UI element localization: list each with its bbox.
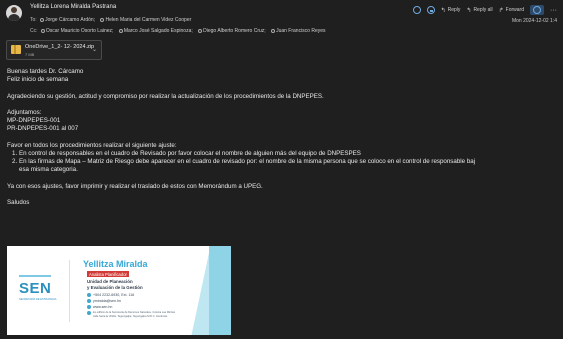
greeting-line2: Feliz inicio de semana: [7, 76, 69, 84]
cc-recipients: Cc: Oscar Mauricio Osorto Lainez; Marco …: [30, 28, 330, 34]
signature-name: Yellitza Miralda: [83, 259, 148, 269]
presence-icon: [40, 17, 45, 22]
recipient[interactable]: Jorge Cárcamo Ardón;: [40, 17, 95, 23]
signature-unit: Unidad de Planeación: [87, 279, 133, 284]
attached-label: Adjuntamos:: [7, 108, 42, 116]
mail-icon: [87, 299, 91, 304]
recipient[interactable]: Marco José Salgado Espinoza;: [118, 28, 193, 34]
forward-button[interactable]: ↱ Forward: [499, 7, 524, 14]
list-item: 2. En las firmas de Mapa – Matriz de Ries…: [12, 158, 476, 166]
presence-icon: [40, 28, 45, 33]
recipient[interactable]: Juan Francisco Reyes: [271, 28, 326, 34]
signature-phone: +504 2232-6930, Ext. 116: [87, 293, 134, 298]
presence-icon: [118, 28, 123, 33]
cc-label: Cc:: [30, 28, 38, 34]
message-body: Buenas tardes Dr. Cárcamo Feliz inicio d…: [7, 68, 563, 207]
phone-icon: [87, 293, 91, 298]
apps-icon: [533, 6, 541, 14]
signature-unit: y Evaluación de la Gestión: [87, 285, 143, 290]
attachment-card[interactable]: OneDrive_1_2- 12- 2024.zip 7 MB ⌄: [6, 40, 102, 60]
sen-logo: SEN: [19, 280, 52, 297]
request-paragraph: Favor en todos los procedimientos realiz…: [7, 141, 177, 149]
reply-icon: ↰: [440, 7, 446, 14]
more-actions-button[interactable]: ···: [550, 7, 557, 14]
attached-item: PR-DNPEPES-001 al 007: [7, 125, 79, 133]
presence-icon: [198, 28, 203, 33]
reply-all-icon: ↰: [466, 7, 472, 14]
sign-off: Saludos: [7, 199, 30, 207]
recipient[interactable]: Oscar Mauricio Osorto Lainez;: [40, 28, 113, 34]
signature-web[interactable]: www.sen.hn: [87, 305, 112, 310]
chevron-down-icon[interactable]: ⌄: [92, 46, 97, 53]
attached-item: MP-DNPEPES-001: [7, 117, 61, 125]
apps-button[interactable]: [530, 5, 544, 15]
greeting: Buenas tardes Dr. Cárcamo: [7, 68, 84, 75]
list-item: 1. En control de responsables en el cuadr…: [12, 149, 361, 157]
presence-icon: [271, 28, 276, 33]
attachment-size: 7 MB: [25, 52, 35, 57]
logo-accent: [19, 275, 51, 277]
to-recipients: To: Jorge Cárcamo Ardón; Helen Maria del…: [30, 17, 195, 23]
attachment-name: OneDrive_1_2- 12- 2024.zip: [25, 44, 95, 50]
sender-avatar[interactable]: [6, 5, 22, 21]
signature-role-badge: Analista Planificador: [87, 271, 129, 277]
forward-icon: ↱: [498, 7, 504, 14]
message-date: Mon 2024-12-02 1:4: [511, 18, 557, 24]
signature-address: calle hacia la UNAH, Tegucigalpa, Teguci…: [93, 315, 168, 318]
emoji-icon[interactable]: [426, 6, 435, 14]
reply-button[interactable]: ↰ Reply: [441, 7, 461, 14]
recipient[interactable]: Diego Alberto Romero Cruz;: [198, 28, 266, 34]
decor-stripe: [209, 246, 231, 335]
presence-icon: [100, 17, 105, 22]
signature-address: Ex edificio de la Secretaría de Recursos…: [93, 311, 176, 314]
location-icon: [87, 311, 91, 316]
adjustment-list: 1. En control de responsables en el cuadr…: [7, 150, 563, 166]
sender-name[interactable]: Yellitza Lorena Miralda Pastrana: [30, 4, 116, 10]
thanks-paragraph: Agradeciendo su gestión, actitud y compr…: [7, 92, 324, 100]
message-header: Yellitza Lorena Miralda Pastrana To: Jor…: [0, 0, 563, 38]
recipient[interactable]: Helen Maria del Carmen Videz Cooper: [100, 17, 191, 23]
closing-paragraph: Ya con esos ajustes, favor imprimir y re…: [7, 182, 263, 190]
signature-email[interactable]: ymiralda@sen.hn: [87, 299, 121, 304]
to-label: To:: [30, 17, 37, 23]
list-item-continuation: esa misma categoria.: [19, 166, 78, 174]
logo-subtitle: SECRETARÍA DE ESTRATEGIA: [19, 298, 57, 301]
globe-icon: [87, 305, 91, 310]
reply-all-button[interactable]: ↰ Reply all: [466, 7, 492, 14]
zip-folder-icon: [11, 45, 21, 54]
copilot-icon[interactable]: [412, 6, 421, 14]
message-actions: ↰ Reply ↰ Reply all ↱ Forward ···: [412, 5, 557, 15]
divider: [69, 260, 70, 322]
signature-card: SEN SECRETARÍA DE ESTRATEGIA Yellitza Mi…: [7, 246, 231, 335]
